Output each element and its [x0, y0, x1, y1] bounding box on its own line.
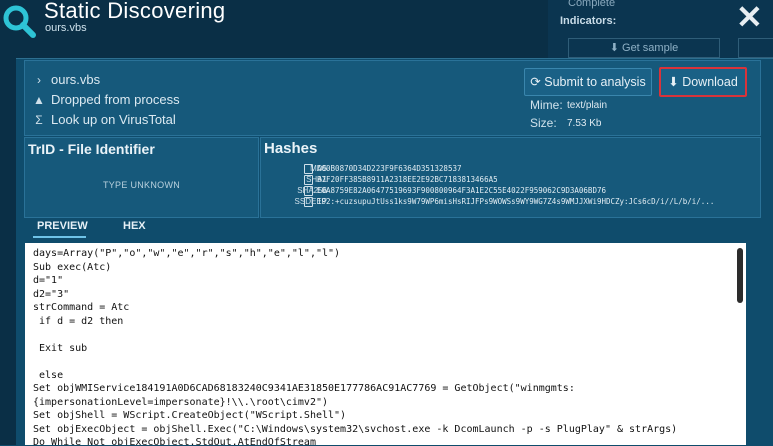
code-line: Exit sub [33, 342, 88, 354]
page-subtitle: ours.vbs [45, 22, 87, 34]
hash-value: A00B0870D34D223F9F6364D351328537 [317, 164, 462, 173]
info-row-filename: › ours.vbs [33, 72, 100, 87]
code-line: days=Array("P","o","w","e","r","s","h","… [33, 248, 341, 259]
submit-to-analysis-button[interactable]: ⟳ Submit to analysis [524, 68, 652, 96]
info-row-label: ours.vbs [51, 72, 101, 87]
code-line: Sub exec(Atc) [33, 261, 112, 273]
hash-row-md5: MD5 A00B0870D34D223F9F6364D351328537 [261, 163, 760, 174]
search-icon [3, 5, 36, 38]
code-line: if d = d2 then [33, 315, 124, 327]
tab-hex[interactable]: HEX [123, 220, 146, 232]
mime-label: Mime: [530, 98, 563, 112]
code-preview[interactable]: days=Array("P","o","w","e","r","s","h","… [25, 243, 746, 445]
code-line: strCommand = Atc [33, 302, 130, 313]
code-scrollbar[interactable] [737, 248, 743, 303]
mime-value: text/plain [567, 100, 608, 111]
background-get-sample-button: ⬇ Get sample [568, 38, 720, 58]
refresh-icon: ⟳ [530, 75, 541, 89]
background-indicators-label: Indicators: [560, 15, 617, 27]
trid-title: TrID - File Identifier [28, 141, 155, 157]
info-row-label[interactable]: Look up on VirusTotal [51, 112, 176, 127]
chevron-right-icon: › [37, 72, 41, 87]
download-label: Download [682, 75, 738, 89]
download-icon: ⬇ [668, 75, 679, 89]
warning-icon: ▲ [33, 92, 45, 107]
background-status: Complete [568, 0, 616, 9]
code-line: d="1" [33, 275, 64, 286]
hashes-section: Hashes MD5 A00B0870D34D223F9F6364D351328… [260, 137, 761, 218]
close-icon[interactable]: ✕ [736, 0, 763, 36]
info-row-dropped: ▲ Dropped from process [33, 92, 180, 107]
hash-value: B7F20FF385B8911A2318EE2E92BC7183813466A5 [317, 175, 498, 184]
trid-section: TrID - File Identifier TYPE UNKNOWN [24, 137, 259, 218]
code-line: Set objShell = WScript.CreateObject("WSc… [33, 410, 347, 421]
submit-label: Submit to analysis [544, 75, 646, 89]
code-line: else [33, 369, 64, 381]
code-line: {impersonationLevel=impersonate}!\\.\roo… [33, 396, 329, 408]
size-value: 7.53 Kb [567, 118, 602, 129]
active-tab-indicator [33, 236, 86, 238]
code-line: Set objWMIService184191A0D6CAD68183240C9… [33, 383, 575, 394]
hash-row-sha1: SHA1 B7F20FF385B8911A2318EE2E92BC7183813… [261, 174, 760, 185]
tab-preview[interactable]: PREVIEW [37, 220, 88, 232]
copy-icon[interactable] [304, 197, 313, 207]
hashes-title: Hashes [264, 140, 318, 157]
page-title: Static Discovering [44, 0, 226, 23]
virustotal-link[interactable]: Σ Look up on VirusTotal [33, 112, 176, 127]
trid-type: TYPE UNKNOWN [102, 180, 181, 190]
background-edge-button [738, 38, 773, 58]
info-row-label: Dropped from process [51, 92, 180, 107]
sigma-icon: Σ [35, 112, 43, 127]
download-button[interactable]: ⬇ Download [659, 67, 747, 97]
size-label: Size: [530, 116, 557, 130]
hash-value: 192:+cuzsupuJtUss1ks9W79WP6misHsRIJFPs9W… [317, 197, 715, 206]
copy-icon[interactable] [304, 164, 313, 174]
copy-icon[interactable] [304, 186, 313, 196]
hash-value: E0A8759E82A06477519693F900800964F3A1E2C5… [317, 186, 606, 195]
hash-row-ssdeep: SSDEEP 192:+cuzsupuJtUss1ks9W79WP6misHsR… [261, 196, 760, 207]
code-line: Set objExecObject = objShell.Exec("C:\Wi… [33, 423, 678, 435]
copy-icon[interactable] [304, 175, 313, 185]
hash-row-sha256: SHA256 E0A8759E82A06477519693F900800964F… [261, 185, 760, 196]
code-line: Do While Not objExecObject.StdOut.AtEndO… [33, 437, 316, 445]
code-line: d2="3" [33, 288, 70, 300]
